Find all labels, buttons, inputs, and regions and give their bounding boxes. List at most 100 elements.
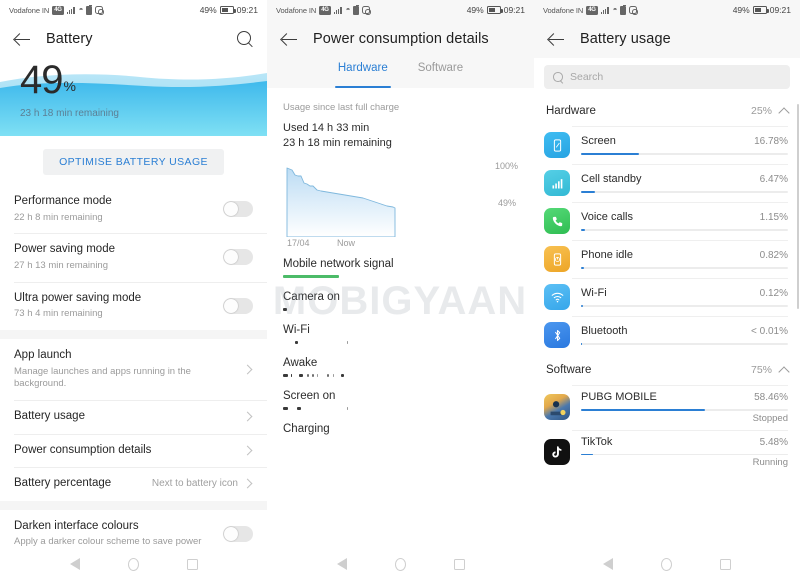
row-subtitle: 27 h 13 min remaining [14, 259, 108, 271]
row-battery-usage[interactable]: Battery usage [0, 400, 267, 434]
row-subtitle: 22 h 8 min remaining [14, 211, 103, 223]
toggle-performance-mode[interactable] [223, 201, 253, 218]
usage-bar-track [581, 409, 788, 411]
usage-bar-fill [581, 343, 582, 345]
battery-small-icon [353, 4, 360, 15]
recents-square-icon[interactable] [720, 558, 731, 570]
usage-row-screen[interactable]: Screen 16.78% [534, 126, 800, 164]
back-arrow-icon[interactable] [546, 29, 566, 49]
status-bar-left: Vodafone IN 4G ◓ [543, 4, 638, 15]
chevron-right-icon [242, 445, 253, 456]
scrollbar[interactable] [796, 104, 799, 309]
row-subtitle: Manage launches and apps running in the … [14, 365, 191, 390]
usage-row-cell-standby[interactable]: Cell standby 6.47% [534, 164, 800, 202]
home-circle-icon[interactable] [661, 557, 672, 571]
usage-bar-track [581, 305, 788, 307]
row-ultra-power-saving-mode[interactable]: Ultra power saving mode 73 h 4 min remai… [0, 281, 267, 330]
back-triangle-icon[interactable] [69, 558, 80, 570]
wifi-icon: ◓ [345, 5, 351, 14]
battery-percent-label: 49% [199, 5, 217, 15]
row-power-saving-mode[interactable]: Power saving mode 27 h 13 min remaining [0, 233, 267, 281]
back-arrow-icon[interactable] [12, 29, 32, 49]
section-percent: 75% [750, 364, 772, 376]
chevron-up-icon[interactable] [778, 366, 790, 378]
usage-row-voice-calls[interactable]: Voice calls 1.15% [534, 202, 800, 240]
battery-options-list: App launch Manage launches and apps runn… [0, 338, 267, 501]
battery-percent-big: 49% [20, 58, 76, 102]
clock-label: 09:21 [503, 5, 525, 15]
usage-bar-fill [581, 409, 706, 411]
usage-row-bluetooth[interactable]: Bluetooth < 0.01% [534, 316, 800, 354]
battery-small-icon [620, 4, 627, 15]
carrier-label: Vodafone IN [543, 5, 584, 15]
pubg-glyph [550, 401, 566, 416]
row-title: Power consumption details [14, 443, 152, 456]
toggle-power-saving-mode[interactable] [223, 249, 253, 266]
wifi-glyph [551, 292, 563, 302]
toggle-darken-interface-colours[interactable] [223, 525, 253, 542]
tab-hardware[interactable]: Hardware [334, 62, 391, 88]
row-title: Battery usage [14, 410, 85, 423]
row-power-consumption-details[interactable]: Power consumption details [0, 433, 267, 468]
row-value: Next to battery icon [151, 478, 238, 490]
timeline-track [283, 306, 518, 312]
tiktok-icon [544, 438, 570, 465]
status-bar: Vodafone IN 4G ◓ 49% 09:21 [0, 0, 267, 20]
home-circle-icon[interactable] [394, 557, 406, 571]
recents-square-icon[interactable] [186, 558, 198, 570]
usage-name: Wi-Fi [581, 287, 607, 300]
timeline-charging: Charging [283, 423, 518, 444]
bluetooth-icon [544, 322, 570, 348]
row-texts: Performance mode 22 h 8 min remaining [14, 194, 223, 224]
home-circle-icon[interactable] [127, 557, 139, 571]
usage-percent: 0.82% [759, 250, 788, 262]
optimise-battery-usage-button[interactable]: OPTIMISE BATTERY USAGE [43, 149, 224, 175]
timeline-track [283, 273, 518, 279]
timeline-label: Wi-Fi [283, 324, 310, 336]
remaining-label: 23 h 18 min remaining [283, 137, 392, 149]
row-performance-mode[interactable]: Performance mode 22 h 8 min remaining [0, 185, 267, 233]
row-texts: Ultra power saving mode 73 h 4 min remai… [14, 291, 223, 321]
search-input[interactable]: Search [544, 65, 790, 89]
timeline-awake: Awake [283, 357, 518, 378]
chart-xtick-date: 17/04 [287, 238, 310, 248]
phone-icon [544, 208, 570, 234]
section-header-hardware[interactable]: Hardware 25% [534, 95, 800, 126]
usage-row-wifi[interactable]: Wi-Fi 0.12% [534, 278, 800, 316]
usage-head: Screen 16.78% [581, 135, 788, 147]
back-triangle-icon[interactable] [603, 558, 613, 570]
recents-square-icon[interactable] [453, 558, 465, 570]
chevron-right-icon [242, 364, 253, 375]
usage-body: Phone idle 0.82% [581, 249, 788, 269]
row-battery-percentage[interactable]: Battery percentage Next to battery icon [0, 467, 267, 501]
tab-software[interactable]: Software [418, 62, 463, 88]
section-header-software[interactable]: Software 75% [534, 354, 800, 385]
usage-name: Phone idle [581, 249, 633, 262]
status-bar: Vodafone IN 4G ◓ 49% 09:21 [534, 0, 800, 20]
usage-body: Voice calls 1.15% [581, 211, 788, 231]
search-icon [553, 72, 563, 82]
timeline-segment [341, 373, 344, 377]
search-icon[interactable] [235, 29, 255, 49]
usage-row-tiktok[interactable]: TikTok 5.48% Running [534, 429, 800, 475]
back-arrow-icon[interactable] [279, 29, 299, 49]
chevron-up-icon[interactable] [778, 107, 790, 119]
row-title: Ultra power saving mode [14, 291, 142, 304]
search-placeholder: Search [570, 71, 604, 83]
battery-percent-value: 49 [20, 58, 63, 102]
usage-row-phone-idle[interactable]: Phone idle 0.82% [534, 240, 800, 278]
row-title: Power saving mode [14, 243, 115, 256]
row-texts: Battery usage [14, 409, 244, 425]
battery-level-card: 49% 23 h 18 min remaining [0, 58, 267, 136]
timeline-track [283, 438, 518, 444]
row-app-launch[interactable]: App launch Manage launches and apps runn… [0, 339, 267, 400]
usage-bar-fill [581, 153, 639, 155]
usage-row-pubg-mobile[interactable]: PUBG MOBILE 58.46% Stopped [534, 385, 800, 430]
chevron-right-icon [242, 411, 253, 422]
signal-icon [333, 6, 343, 14]
back-triangle-icon[interactable] [336, 558, 347, 570]
usage-body: Bluetooth < 0.01% [581, 325, 788, 345]
timeline-segment [299, 373, 303, 377]
clock-label: 09:21 [769, 5, 791, 15]
toggle-ultra-power-saving-mode[interactable] [223, 297, 253, 314]
